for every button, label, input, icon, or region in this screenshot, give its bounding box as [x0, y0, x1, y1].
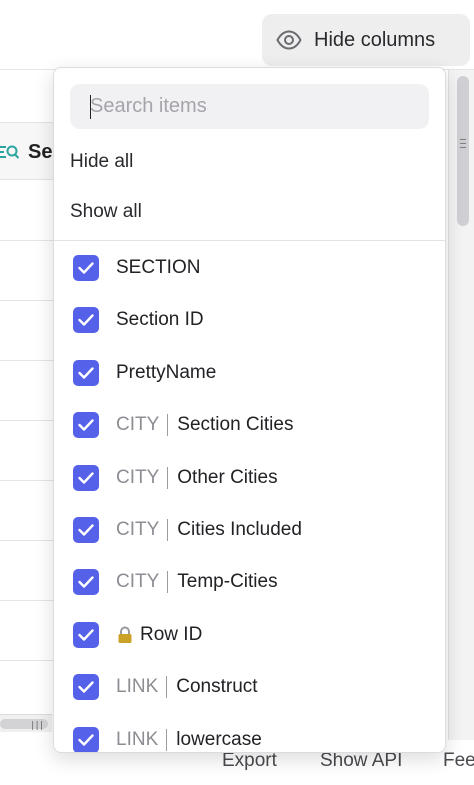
export-link[interactable]: Export — [222, 750, 277, 772]
table-row-divider — [0, 420, 60, 421]
column-item-label: SECTION — [116, 257, 201, 278]
check-icon — [78, 576, 94, 589]
checkbox[interactable] — [73, 621, 99, 648]
check-icon — [78, 629, 94, 641]
column-item-text: LINK lowercase — [116, 728, 262, 751]
table-row-divider — [0, 660, 60, 661]
column-header-label: Se — [28, 141, 53, 163]
table-row-divider — [0, 360, 60, 361]
search-table-icon — [0, 143, 20, 161]
column-item[interactable]: Section ID — [54, 294, 445, 346]
table-row-divider — [0, 540, 60, 541]
check-icon — [78, 681, 94, 693]
column-header[interactable]: Se — [0, 122, 60, 180]
hide-columns-dropdown: Hide all Show all SECTION Section ID Prett… — [53, 67, 446, 753]
column-item[interactable]: CITY Section Cities — [54, 399, 445, 451]
check-icon — [78, 314, 94, 327]
column-item-label: Cities Included — [177, 519, 302, 540]
grip-icon: ― ― ― — [459, 134, 467, 153]
vertical-scrollbar[interactable]: ― ― ― — [448, 70, 474, 740]
checkbox[interactable] — [73, 255, 99, 281]
search-items-input[interactable] — [70, 84, 429, 129]
column-type-prefix: LINK — [116, 676, 159, 698]
column-item-text: SECTION — [116, 257, 200, 279]
hide-columns-label: Hide columns — [314, 28, 436, 51]
table-row-divider — [0, 600, 60, 601]
check-icon — [78, 471, 94, 484]
grip-icon: ||| — [30, 721, 44, 731]
separator — [167, 571, 169, 594]
checkbox[interactable] — [73, 464, 99, 491]
checkbox[interactable] — [73, 569, 99, 596]
separator — [167, 519, 169, 541]
column-item-text: Section ID — [116, 309, 204, 331]
column-item[interactable]: CITY Other Cities — [54, 452, 445, 504]
column-item-text: CITY Other Cities — [116, 466, 278, 489]
top-toolbar: Hide columns — [0, 0, 474, 70]
column-type-prefix: CITY — [116, 466, 160, 488]
feedback-link[interactable]: Fee — [443, 750, 474, 772]
checkbox[interactable] — [73, 726, 99, 752]
column-item-label: Temp-Cities — [177, 571, 278, 593]
hide-columns-button[interactable]: Hide columns — [262, 14, 470, 66]
table-row-divider — [0, 240, 60, 241]
checkbox[interactable] — [73, 517, 99, 543]
column-type-prefix: CITY — [116, 519, 160, 540]
checkbox[interactable] — [73, 359, 99, 386]
column-item[interactable]: CITY Cities Included — [54, 504, 445, 556]
column-item-label: Construct — [176, 676, 258, 698]
hide-all-button[interactable]: Hide all — [70, 151, 133, 173]
checkbox[interactable] — [73, 307, 99, 334]
separator — [167, 414, 169, 437]
table-row-divider — [0, 300, 60, 301]
column-item[interactable]: LINK lowercase — [54, 714, 445, 752]
column-item-label: PrettyName — [116, 361, 217, 383]
column-item-label: Row ID — [140, 623, 203, 645]
column-type-prefix: CITY — [116, 414, 160, 436]
column-item-text: Row ID — [116, 624, 202, 646]
column-item-text: CITY Cities Included — [116, 519, 302, 541]
column-item[interactable]: LINK Construct — [54, 661, 445, 713]
column-item-label: Section ID — [116, 309, 204, 331]
text-caret — [90, 95, 91, 119]
check-icon — [78, 524, 94, 536]
checkbox[interactable] — [73, 674, 99, 701]
column-item[interactable]: Row ID — [54, 609, 445, 661]
column-item-text: LINK Construct — [116, 676, 258, 699]
separator — [166, 676, 168, 699]
separator — [167, 466, 169, 489]
check-icon — [78, 262, 94, 274]
column-item-text: CITY Section Cities — [116, 414, 294, 437]
column-item-label: Other Cities — [177, 466, 278, 488]
table-row-divider — [0, 480, 60, 481]
column-item-label: lowercase — [176, 728, 262, 750]
column-item[interactable]: SECTION — [54, 242, 445, 294]
column-item[interactable]: PrettyName — [54, 347, 445, 399]
column-type-prefix: LINK — [116, 728, 159, 750]
check-icon — [78, 419, 94, 431]
column-item-label: Section Cities — [177, 414, 294, 436]
column-type-prefix: CITY — [116, 571, 160, 593]
column-item-text: PrettyName — [116, 362, 216, 384]
divider — [54, 240, 445, 241]
lock-icon — [116, 626, 134, 644]
show-api-link[interactable]: Show API — [320, 750, 402, 772]
checkbox[interactable] — [73, 412, 99, 439]
horizontal-scrollbar[interactable]: ||| — [0, 714, 52, 732]
column-item-text: CITY Temp-Cities — [116, 571, 278, 594]
show-all-button[interactable]: Show all — [70, 201, 142, 223]
check-icon — [78, 367, 94, 379]
eye-icon — [276, 27, 302, 53]
separator — [166, 728, 168, 751]
check-icon — [78, 733, 94, 746]
column-item[interactable]: CITY Temp-Cities — [54, 556, 445, 608]
